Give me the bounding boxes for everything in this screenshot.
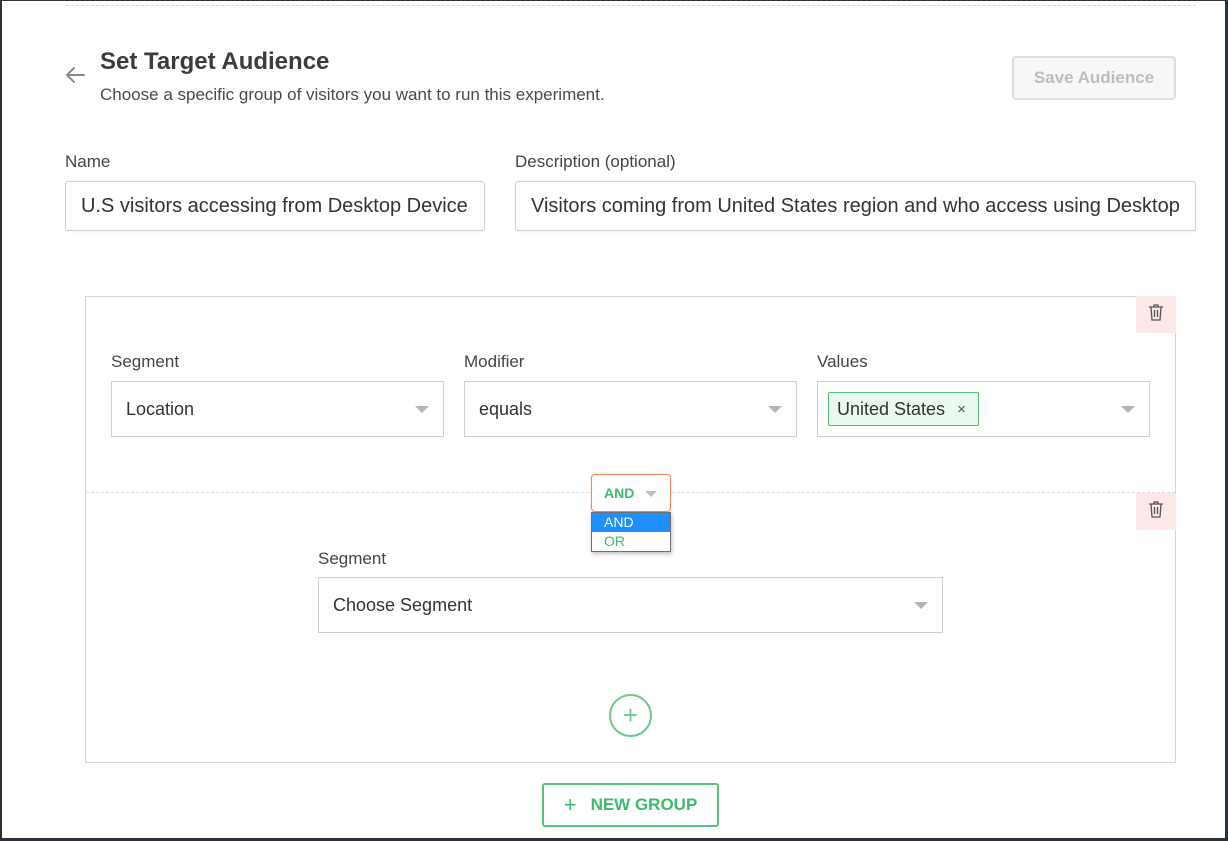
values-select[interactable]: United States ×: [817, 381, 1150, 437]
delete-condition-button[interactable]: [1136, 296, 1176, 333]
logic-option-or[interactable]: OR: [592, 532, 670, 551]
value-tag-label: United States: [837, 398, 946, 419]
segment-select[interactable]: Choose Segment: [318, 577, 943, 633]
add-condition-button[interactable]: +: [609, 694, 652, 737]
name-field[interactable]: [65, 181, 485, 231]
description-field[interactable]: [515, 181, 1196, 231]
modifier-select[interactable]: equals: [464, 381, 797, 437]
save-audience-button[interactable]: Save Audience: [1012, 56, 1176, 100]
logic-option-and[interactable]: AND: [592, 513, 670, 532]
name-label: Name: [65, 152, 111, 171]
segment-label: Segment: [318, 549, 387, 568]
segment-label: Segment: [111, 352, 180, 371]
segment-placeholder: Choose Segment: [333, 594, 473, 615]
delete-condition-button[interactable]: [1136, 493, 1176, 530]
modifier-label: Modifier: [464, 352, 525, 371]
plus-icon: +: [622, 700, 639, 730]
plus-icon: +: [563, 792, 577, 817]
logic-operator-dropdown: AND OR: [591, 512, 671, 552]
logic-operator-select[interactable]: AND: [591, 474, 671, 512]
chevron-down-icon: [415, 406, 429, 413]
top-divider: [66, 5, 1196, 6]
description-label: Description (optional): [515, 152, 676, 171]
back-arrow-icon[interactable]: [64, 64, 86, 86]
trash-icon: [1148, 500, 1164, 523]
values-label: Values: [817, 352, 868, 371]
modifier-value: equals: [479, 398, 533, 419]
close-icon[interactable]: ×: [957, 401, 966, 418]
chevron-down-icon: [914, 602, 928, 609]
logic-operator-value: AND: [604, 485, 635, 501]
chevron-down-icon: [1121, 406, 1135, 413]
segment-value: Location: [126, 398, 195, 419]
segment-select[interactable]: Location: [111, 381, 444, 437]
value-tag: United States ×: [828, 392, 979, 426]
trash-icon: [1148, 303, 1164, 326]
page-subtitle: Choose a specific group of visitors you …: [100, 85, 605, 104]
page-title: Set Target Audience: [100, 48, 330, 75]
new-group-button[interactable]: + NEW GROUP: [542, 783, 719, 827]
chevron-down-icon: [768, 406, 782, 413]
new-group-label: NEW GROUP: [590, 795, 698, 814]
chevron-down-icon: [645, 491, 657, 497]
